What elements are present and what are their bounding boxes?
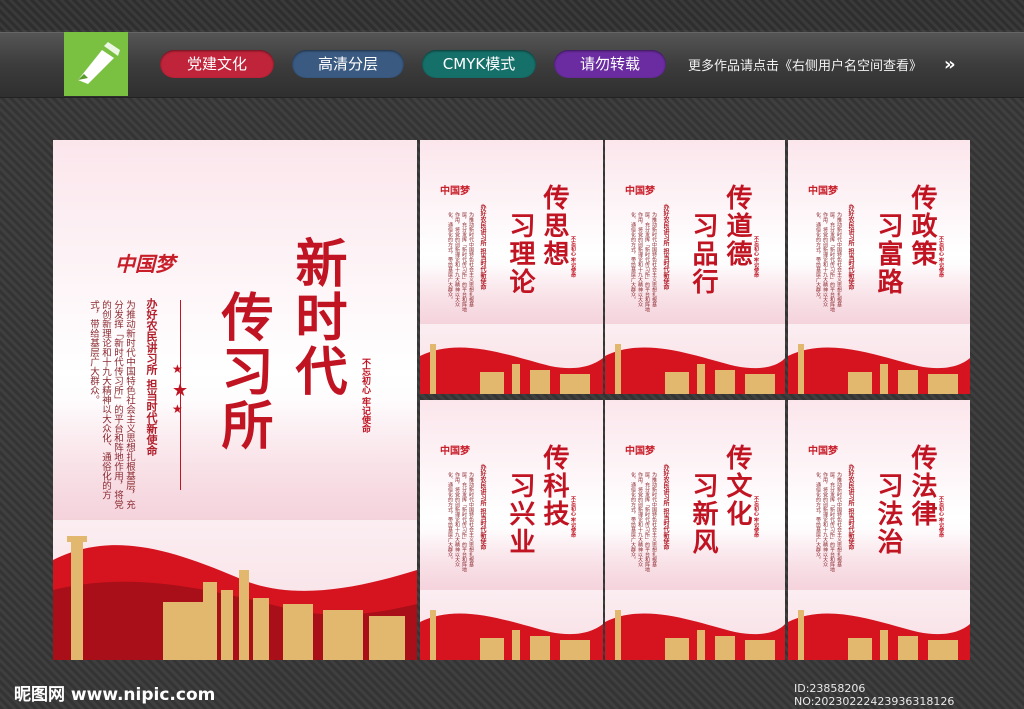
china-dream-emblem: 中国梦 bbox=[808, 186, 838, 197]
china-dream-emblem: 中国梦 bbox=[440, 186, 470, 197]
double-arrow-icon[interactable]: » bbox=[944, 54, 956, 75]
slogan: 办好农民讲习所 担当时代新使命 bbox=[145, 298, 158, 456]
tag-no-repost[interactable]: 请勿转载 bbox=[554, 50, 666, 78]
seal-text: 不忘初心 牢记使命 bbox=[938, 236, 944, 278]
skyline-illustration bbox=[420, 336, 603, 394]
slogan: 办好农民讲习所 担当时代新使命 bbox=[479, 204, 486, 291]
intro-text: 为推动新时代中国特色社会主义思想扎根基层，充分发挥「新时代传习所」的平台和阵地作… bbox=[88, 300, 135, 509]
china-dream-emblem: 中国梦 bbox=[625, 186, 655, 197]
poster-title-line1: 传法律 bbox=[907, 444, 937, 528]
seal-text: 不忘初心 牢记使命 bbox=[753, 236, 759, 278]
china-dream-emblem: 中国梦 bbox=[808, 446, 838, 457]
skyline-illustration bbox=[53, 520, 417, 660]
intro-text: 为推动新时代中国特色社会主义思想扎根基层，充分发挥「新时代传习所」的平台和阵地作… bbox=[447, 212, 474, 312]
china-dream-emblem: 中国梦 bbox=[625, 446, 655, 457]
intro-text: 为推动新时代中国特色社会主义思想扎根基层，充分发挥「新时代传习所」的平台和阵地作… bbox=[630, 212, 657, 312]
poster-3: 中国梦 传政策 习富路 办好农民讲习所 担当时代新使命 为推动新时代中国特色社会… bbox=[788, 140, 970, 394]
poster-title-line1: 传思想 bbox=[539, 184, 569, 268]
poster-title-line2: 习品行 bbox=[688, 212, 718, 296]
skyline-illustration bbox=[605, 602, 785, 660]
skyline-illustration bbox=[420, 602, 603, 660]
slogan: 办好农民讲习所 担当时代新使命 bbox=[662, 204, 669, 291]
main-title-line1: 新时代 bbox=[286, 236, 347, 398]
poster-title-line2: 习兴业 bbox=[505, 472, 535, 556]
tag-hd-layers[interactable]: 高清分层 bbox=[292, 50, 404, 78]
slogan: 办好农民讲习所 担当时代新使命 bbox=[847, 464, 854, 551]
star-icon: ★ bbox=[172, 402, 183, 416]
site-watermark[interactable]: 昵图网 www.nipic.com bbox=[14, 680, 215, 705]
poster-1: 中国梦 传思想 习理论 办好农民讲习所 担当时代新使命 为推动新时代中国特色社会… bbox=[420, 140, 603, 394]
image-id-text: ID:23858206 NO:20230222423936318126 bbox=[794, 682, 955, 708]
skyline-illustration bbox=[788, 336, 970, 394]
top-strip bbox=[0, 0, 1024, 30]
intro-text: 为推动新时代中国特色社会主义思想扎根基层，充分发挥「新时代传习所」的平台和阵地作… bbox=[447, 472, 474, 572]
intro-text: 为推动新时代中国特色社会主义思想扎根基层，充分发挥「新时代传习所」的平台和阵地作… bbox=[630, 472, 657, 572]
intro-text: 为推动新时代中国特色社会主义思想扎根基层，充分发挥「新时代传习所」的平台和阵地作… bbox=[815, 212, 842, 312]
tag-cmyk[interactable]: CMYK模式 bbox=[422, 50, 536, 78]
seal-text: 不忘初心 牢记使命 bbox=[753, 496, 759, 538]
intro-text: 为推动新时代中国特色社会主义思想扎根基层，充分发挥「新时代传习所」的平台和阵地作… bbox=[815, 472, 842, 572]
star-icon: ★ bbox=[172, 362, 183, 376]
main-poster: 中国梦 新时代 传习所 ★ ★ ★ 办好农民讲习所 担当时代新使命 为推动新时代… bbox=[53, 140, 417, 660]
seal-text: 不忘初心 牢记使命 bbox=[570, 236, 576, 278]
slogan: 办好农民讲习所 担当时代新使命 bbox=[479, 464, 486, 551]
tag-party-culture[interactable]: 党建文化 bbox=[160, 50, 274, 78]
poster-title-line1: 传文化 bbox=[722, 444, 752, 528]
poster-title-line1: 传科技 bbox=[539, 444, 569, 528]
star-icon: ★ bbox=[172, 380, 189, 401]
poster-title-line1: 传政策 bbox=[907, 184, 937, 268]
main-title-line2: 传习所 bbox=[212, 290, 273, 452]
seal-text: 不忘初心 牢记使命 bbox=[570, 496, 576, 538]
poster-6: 中国梦 传法律 习法治 办好农民讲习所 担当时代新使命 为推动新时代中国特色社会… bbox=[788, 400, 970, 660]
seal-text: 不忘初心 牢记使命 bbox=[360, 358, 370, 434]
poster-title-line2: 习富路 bbox=[873, 212, 903, 296]
poster-2: 中国梦 传道德 习品行 办好农民讲习所 担当时代新使命 为推动新时代中国特色社会… bbox=[605, 140, 785, 394]
poster-title-line2: 习理论 bbox=[505, 212, 535, 296]
slogan: 办好农民讲习所 担当时代新使命 bbox=[662, 464, 669, 551]
skyline-illustration bbox=[788, 602, 970, 660]
poster-4: 中国梦 传科技 习兴业 办好农民讲习所 担当时代新使命 为推动新时代中国特色社会… bbox=[420, 400, 603, 660]
poster-title-line2: 习新风 bbox=[688, 472, 718, 556]
poster-title-line1: 传道德 bbox=[722, 184, 752, 268]
pen-nib-icon[interactable] bbox=[64, 32, 128, 96]
more-works-link[interactable]: 更多作品请点击《右侧用户名空间查看》 bbox=[688, 55, 922, 74]
slogan: 办好农民讲习所 担当时代新使命 bbox=[847, 204, 854, 291]
china-dream-emblem: 中国梦 bbox=[115, 252, 175, 276]
poster-title-line2: 习法治 bbox=[873, 472, 903, 556]
skyline-illustration bbox=[605, 336, 785, 394]
poster-5: 中国梦 传文化 习新风 办好农民讲习所 担当时代新使命 为推动新时代中国特色社会… bbox=[605, 400, 785, 660]
seal-text: 不忘初心 牢记使命 bbox=[938, 496, 944, 538]
china-dream-emblem: 中国梦 bbox=[440, 446, 470, 457]
